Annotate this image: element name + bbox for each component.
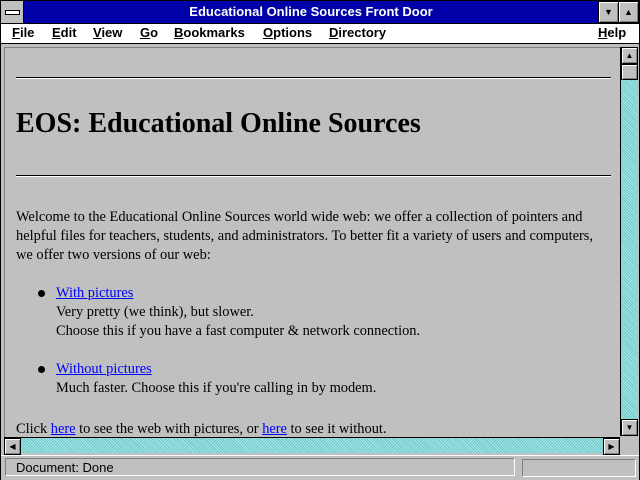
bullet-icon (38, 290, 45, 297)
without-pictures-link[interactable]: Without pictures (56, 361, 152, 377)
bottom-text-start: Click (16, 421, 51, 437)
scroll-down-button[interactable]: ▼ (621, 419, 638, 436)
menu-file[interactable]: File (12, 25, 34, 40)
horizontal-scrollbar[interactable]: ◀ ▶ (4, 437, 620, 455)
status-bar: Document: Done (1, 455, 639, 480)
page-heading: EOS: Educational Online Sources (16, 108, 421, 139)
arrow-up-icon: ▲ (625, 51, 634, 60)
scrollbar-corner (620, 437, 638, 453)
minimize-button[interactable]: ▼ (598, 1, 619, 23)
bottom-text-end: to see it without. (286, 421, 387, 437)
bullet-icon (38, 366, 45, 373)
arrow-down-icon: ▼ (625, 423, 634, 432)
without-pictures-desc: Much faster. Choose this if you're calli… (56, 380, 377, 396)
menu-go[interactable]: Go (140, 25, 158, 40)
bottom-text-middle: to see the web with pictures, or (75, 421, 263, 437)
with-pictures-desc-2: Choose this if you have a fast computer … (56, 323, 421, 339)
menu-help[interactable]: Help (598, 25, 626, 40)
browser-window: Educational Online Sources Front Door ▼ … (0, 0, 640, 480)
menu-edit[interactable]: Edit (52, 25, 77, 40)
menu-view[interactable]: View (93, 25, 122, 40)
menu-bar: File Edit View Go Bookmarks Options Dire… (1, 24, 639, 44)
arrow-right-icon: ▶ (608, 442, 615, 451)
title-bar: Educational Online Sources Front Door ▼ … (1, 1, 639, 24)
scroll-left-button[interactable]: ◀ (4, 438, 21, 455)
horizontal-rule (16, 77, 611, 79)
maximize-button[interactable]: ▲ (618, 1, 639, 23)
list-item-without-pictures: Without pictures Much faster. Choose thi… (56, 360, 376, 398)
maximize-icon: ▲ (624, 7, 633, 17)
here-link-with-pictures[interactable]: here (51, 421, 76, 437)
status-text: Document: Done (5, 458, 515, 476)
list-item-with-pictures: With pictures Very pretty (we think), bu… (56, 284, 420, 341)
vertical-scrollbar[interactable]: ▲ ▼ (620, 47, 638, 436)
window-title: Educational Online Sources Front Door (189, 4, 433, 19)
with-pictures-desc-1: Very pretty (we think), but slower. (56, 304, 254, 320)
bottom-line: Click here to see the web with pictures,… (16, 421, 386, 437)
horizontal-rule (16, 175, 611, 177)
scroll-up-button[interactable]: ▲ (621, 47, 638, 64)
arrow-left-icon: ◀ (9, 442, 16, 451)
menu-bookmarks[interactable]: Bookmarks (174, 25, 245, 40)
system-menu-icon (5, 10, 20, 15)
progress-indicator (522, 459, 636, 477)
scroll-thumb[interactable] (621, 64, 638, 80)
system-menu-button[interactable] (1, 1, 24, 23)
scroll-right-button[interactable]: ▶ (603, 438, 620, 455)
document-view[interactable]: EOS: Educational Online Sources Welcome … (4, 47, 620, 437)
menu-options[interactable]: Options (263, 25, 312, 40)
menu-directory[interactable]: Directory (329, 25, 386, 40)
with-pictures-link[interactable]: With pictures (56, 285, 133, 301)
here-link-without-pictures[interactable]: here (262, 421, 287, 437)
minimize-icon: ▼ (604, 7, 613, 17)
intro-paragraph: Welcome to the Educational Online Source… (16, 209, 593, 263)
